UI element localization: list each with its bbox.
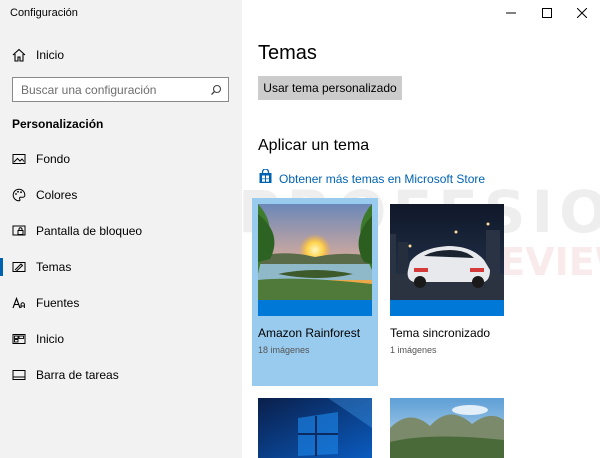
sidebar-item-temas[interactable]: Temas <box>0 252 242 282</box>
store-icon <box>258 168 273 189</box>
image-icon <box>12 152 26 166</box>
start-icon <box>12 332 26 346</box>
theme-tile-amazon-rainforest[interactable]: Amazon Rainforest 18 imágenes <box>252 198 378 386</box>
minimize-button[interactable] <box>493 0 529 26</box>
maximize-button[interactable] <box>529 0 565 26</box>
theme-name: Amazon Rainforest <box>258 326 361 340</box>
sidebar-item-fuentes[interactable]: Fuentes <box>0 288 242 318</box>
sidebar-item-fondo[interactable]: Fondo <box>0 144 242 174</box>
taskbar-icon <box>12 368 26 382</box>
sidebar-item-label: Colores <box>36 188 78 202</box>
theme-name: Tema sincronizado <box>390 326 491 340</box>
sidebar-item-label: Temas <box>36 260 72 274</box>
maximize-icon <box>542 8 552 18</box>
close-icon <box>577 8 587 18</box>
sidebar-item-label: Pantalla de bloqueo <box>36 224 143 238</box>
section-title: Personalización <box>12 117 104 131</box>
fonts-icon <box>12 296 26 310</box>
lock-screen-icon <box>12 224 26 238</box>
store-link-label: Obtener más temas en Microsoft Store <box>279 172 486 186</box>
sidebar-item-pantalla-de-bloqueo[interactable]: Pantalla de bloqueo <box>0 216 242 246</box>
theme-thumbnail <box>258 204 372 316</box>
sidebar-item-barra-de-tareas[interactable]: Barra de tareas <box>0 360 242 390</box>
page-title: Temas <box>258 42 317 64</box>
theme-image-count: 18 imágenes <box>258 345 310 355</box>
theme-tile-landscape[interactable] <box>384 392 510 458</box>
theme-image-count: 1 imágenes <box>390 345 437 355</box>
apply-theme-heading: Aplicar un tema <box>258 137 370 154</box>
search-placeholder: Buscar una configuración <box>21 83 157 97</box>
sidebar-item-label: Inicio <box>36 332 65 346</box>
theme-tile-windows[interactable] <box>252 392 378 458</box>
theme-thumbnail <box>258 398 372 458</box>
minimize-icon <box>506 12 516 14</box>
theme-thumbnail <box>390 204 504 316</box>
home-icon <box>12 48 26 67</box>
sidebar-item-label: Fondo <box>36 152 71 166</box>
sidebar-item-label: Barra de tareas <box>36 368 119 382</box>
nav-home[interactable]: Inicio <box>0 40 242 70</box>
app-title: Configuración <box>10 7 78 19</box>
search-input[interactable]: Buscar una configuración <box>12 77 229 102</box>
selection-indicator <box>0 258 3 276</box>
search-icon[interactable] <box>210 83 222 101</box>
themes-icon <box>12 260 26 274</box>
store-link[interactable]: Obtener más temas en Microsoft Store <box>258 168 486 189</box>
use-custom-theme-button[interactable]: Usar tema personalizado <box>258 76 402 100</box>
sidebar-item-label: Fuentes <box>36 296 80 310</box>
close-button[interactable] <box>564 0 600 26</box>
nav-home-label: Inicio <box>36 48 65 62</box>
sidebar-item-inicio[interactable]: Inicio <box>0 324 242 354</box>
theme-thumbnail <box>390 398 504 458</box>
sidebar: Configuración Inicio Buscar una configur… <box>0 0 242 458</box>
sidebar-item-colores[interactable]: Colores <box>0 180 242 210</box>
theme-tile-tema-sincronizado[interactable]: Tema sincronizado 1 imágenes <box>384 198 510 386</box>
palette-icon <box>12 188 26 202</box>
